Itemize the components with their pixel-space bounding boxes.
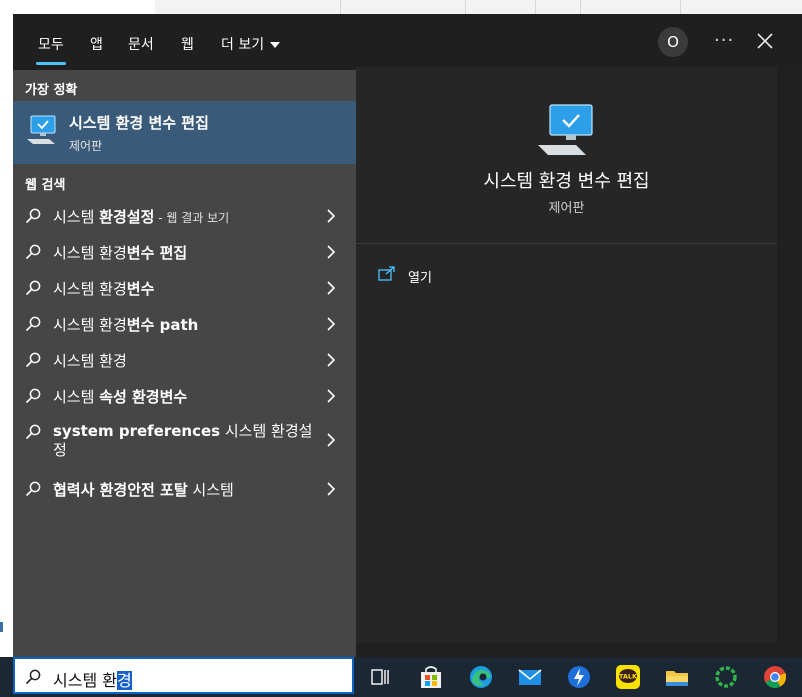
web-result-text: 시스템 환경변수 bbox=[53, 280, 155, 298]
web-result-text: 협력사 환경안전 포탈 시스템 bbox=[53, 481, 234, 499]
search-icon bbox=[25, 352, 41, 368]
store-icon[interactable] bbox=[417, 663, 445, 691]
caret-down-icon bbox=[270, 42, 281, 48]
background-window-edge bbox=[0, 600, 13, 657]
web-result-text: 시스템 환경설정 - 웹 결과 보기 bbox=[53, 208, 230, 226]
web-result-item[interactable]: system preferences 시스템 환경설정 bbox=[13, 413, 356, 467]
best-match-subtitle: 제어판 bbox=[69, 139, 103, 153]
web-search-heading: 웹 검색 bbox=[25, 178, 66, 193]
search-icon bbox=[25, 316, 41, 332]
background-window-header bbox=[155, 0, 802, 15]
tab-apps[interactable]: 앱 bbox=[90, 34, 103, 54]
preview-divider bbox=[356, 243, 777, 244]
chevron-right-icon bbox=[327, 389, 336, 403]
chevron-right-icon bbox=[327, 433, 336, 447]
close-icon[interactable] bbox=[755, 31, 775, 51]
task-view-icon[interactable] bbox=[367, 663, 395, 691]
chrome-icon[interactable] bbox=[761, 663, 789, 691]
kakaotalk-label: TALK bbox=[619, 673, 638, 681]
best-match-heading: 가장 정확 bbox=[25, 83, 78, 98]
web-result-text: 시스템 속성 환경변수 bbox=[53, 388, 188, 406]
tab-documents[interactable]: 문서 bbox=[128, 34, 154, 54]
edge-icon[interactable] bbox=[467, 663, 495, 691]
search-tabs-bar: 모두 앱 문서 웹 더 보기 O ··· bbox=[13, 14, 802, 70]
chevron-right-icon bbox=[327, 245, 336, 259]
taskbar: 시스템 환경 TALK bbox=[0, 657, 802, 697]
web-result-item[interactable]: 시스템 환경변수 bbox=[13, 269, 356, 305]
more-options-button[interactable]: ··· bbox=[714, 30, 734, 51]
web-result-item[interactable]: 시스템 환경변수 path bbox=[13, 305, 356, 341]
active-tab-indicator bbox=[36, 62, 66, 65]
web-result-text: 시스템 환경변수 path bbox=[53, 316, 199, 334]
web-result-item[interactable]: 협력사 환경안전 포탈 시스템 bbox=[13, 470, 356, 506]
chevron-right-icon bbox=[327, 209, 336, 223]
app-blue-icon[interactable] bbox=[565, 663, 593, 691]
open-icon bbox=[378, 266, 395, 281]
chevron-right-icon bbox=[327, 317, 336, 331]
chevron-right-icon bbox=[327, 281, 336, 295]
preview-title: 시스템 환경 변수 편집 bbox=[483, 171, 650, 192]
web-result-text: system preferences 시스템 환경설정 bbox=[53, 422, 313, 459]
chevron-right-icon bbox=[327, 482, 336, 496]
search-icon bbox=[25, 424, 41, 440]
web-result-item[interactable]: 시스템 속성 환경변수 bbox=[13, 377, 356, 413]
best-match-title: 시스템 환경 변수 편집 bbox=[69, 114, 209, 132]
system-monitor-icon bbox=[27, 115, 56, 144]
tab-all[interactable]: 모두 bbox=[38, 34, 64, 54]
search-icon bbox=[25, 388, 41, 404]
web-result-item[interactable]: 시스템 환경 bbox=[13, 341, 356, 377]
green-ring-icon[interactable] bbox=[712, 663, 740, 691]
search-icon bbox=[25, 481, 41, 497]
web-result-item[interactable]: 시스템 환경변수 편집 bbox=[13, 233, 356, 269]
kakaotalk-icon[interactable]: TALK bbox=[614, 663, 642, 691]
taskbar-search-input[interactable]: 시스템 환경 bbox=[13, 657, 354, 694]
tab-web[interactable]: 웹 bbox=[181, 34, 194, 54]
web-result-text: 시스템 환경변수 편집 bbox=[53, 244, 188, 262]
web-result-item[interactable]: 시스템 환경설정 - 웹 결과 보기 bbox=[13, 197, 356, 233]
best-match-result[interactable]: 시스템 환경 변수 편집 제어판 bbox=[13, 101, 356, 164]
preview-subtitle: 제어판 bbox=[548, 201, 585, 216]
search-icon bbox=[25, 669, 41, 685]
search-icon bbox=[25, 208, 41, 224]
tab-more[interactable]: 더 보기 bbox=[221, 34, 281, 54]
account-avatar[interactable]: O bbox=[658, 27, 688, 57]
search-query: 시스템 환경 bbox=[53, 671, 132, 690]
search-icon bbox=[25, 244, 41, 260]
chevron-right-icon bbox=[327, 353, 336, 367]
open-action[interactable]: 열기 bbox=[378, 264, 578, 288]
mail-icon[interactable] bbox=[516, 663, 544, 691]
preview-pane: 시스템 환경 변수 편집 제어판 열기 bbox=[356, 67, 777, 643]
open-label: 열기 bbox=[408, 271, 432, 286]
web-result-text: 시스템 환경 bbox=[53, 352, 127, 370]
file-explorer-icon[interactable] bbox=[663, 663, 691, 691]
system-monitor-icon bbox=[538, 104, 593, 155]
tab-more-label: 더 보기 bbox=[221, 37, 265, 53]
results-pane: 가장 정확 시스템 환경 변수 편집 제어판 웹 검색 시스템 환경설정 - 웹… bbox=[13, 70, 356, 657]
search-icon bbox=[25, 280, 41, 296]
